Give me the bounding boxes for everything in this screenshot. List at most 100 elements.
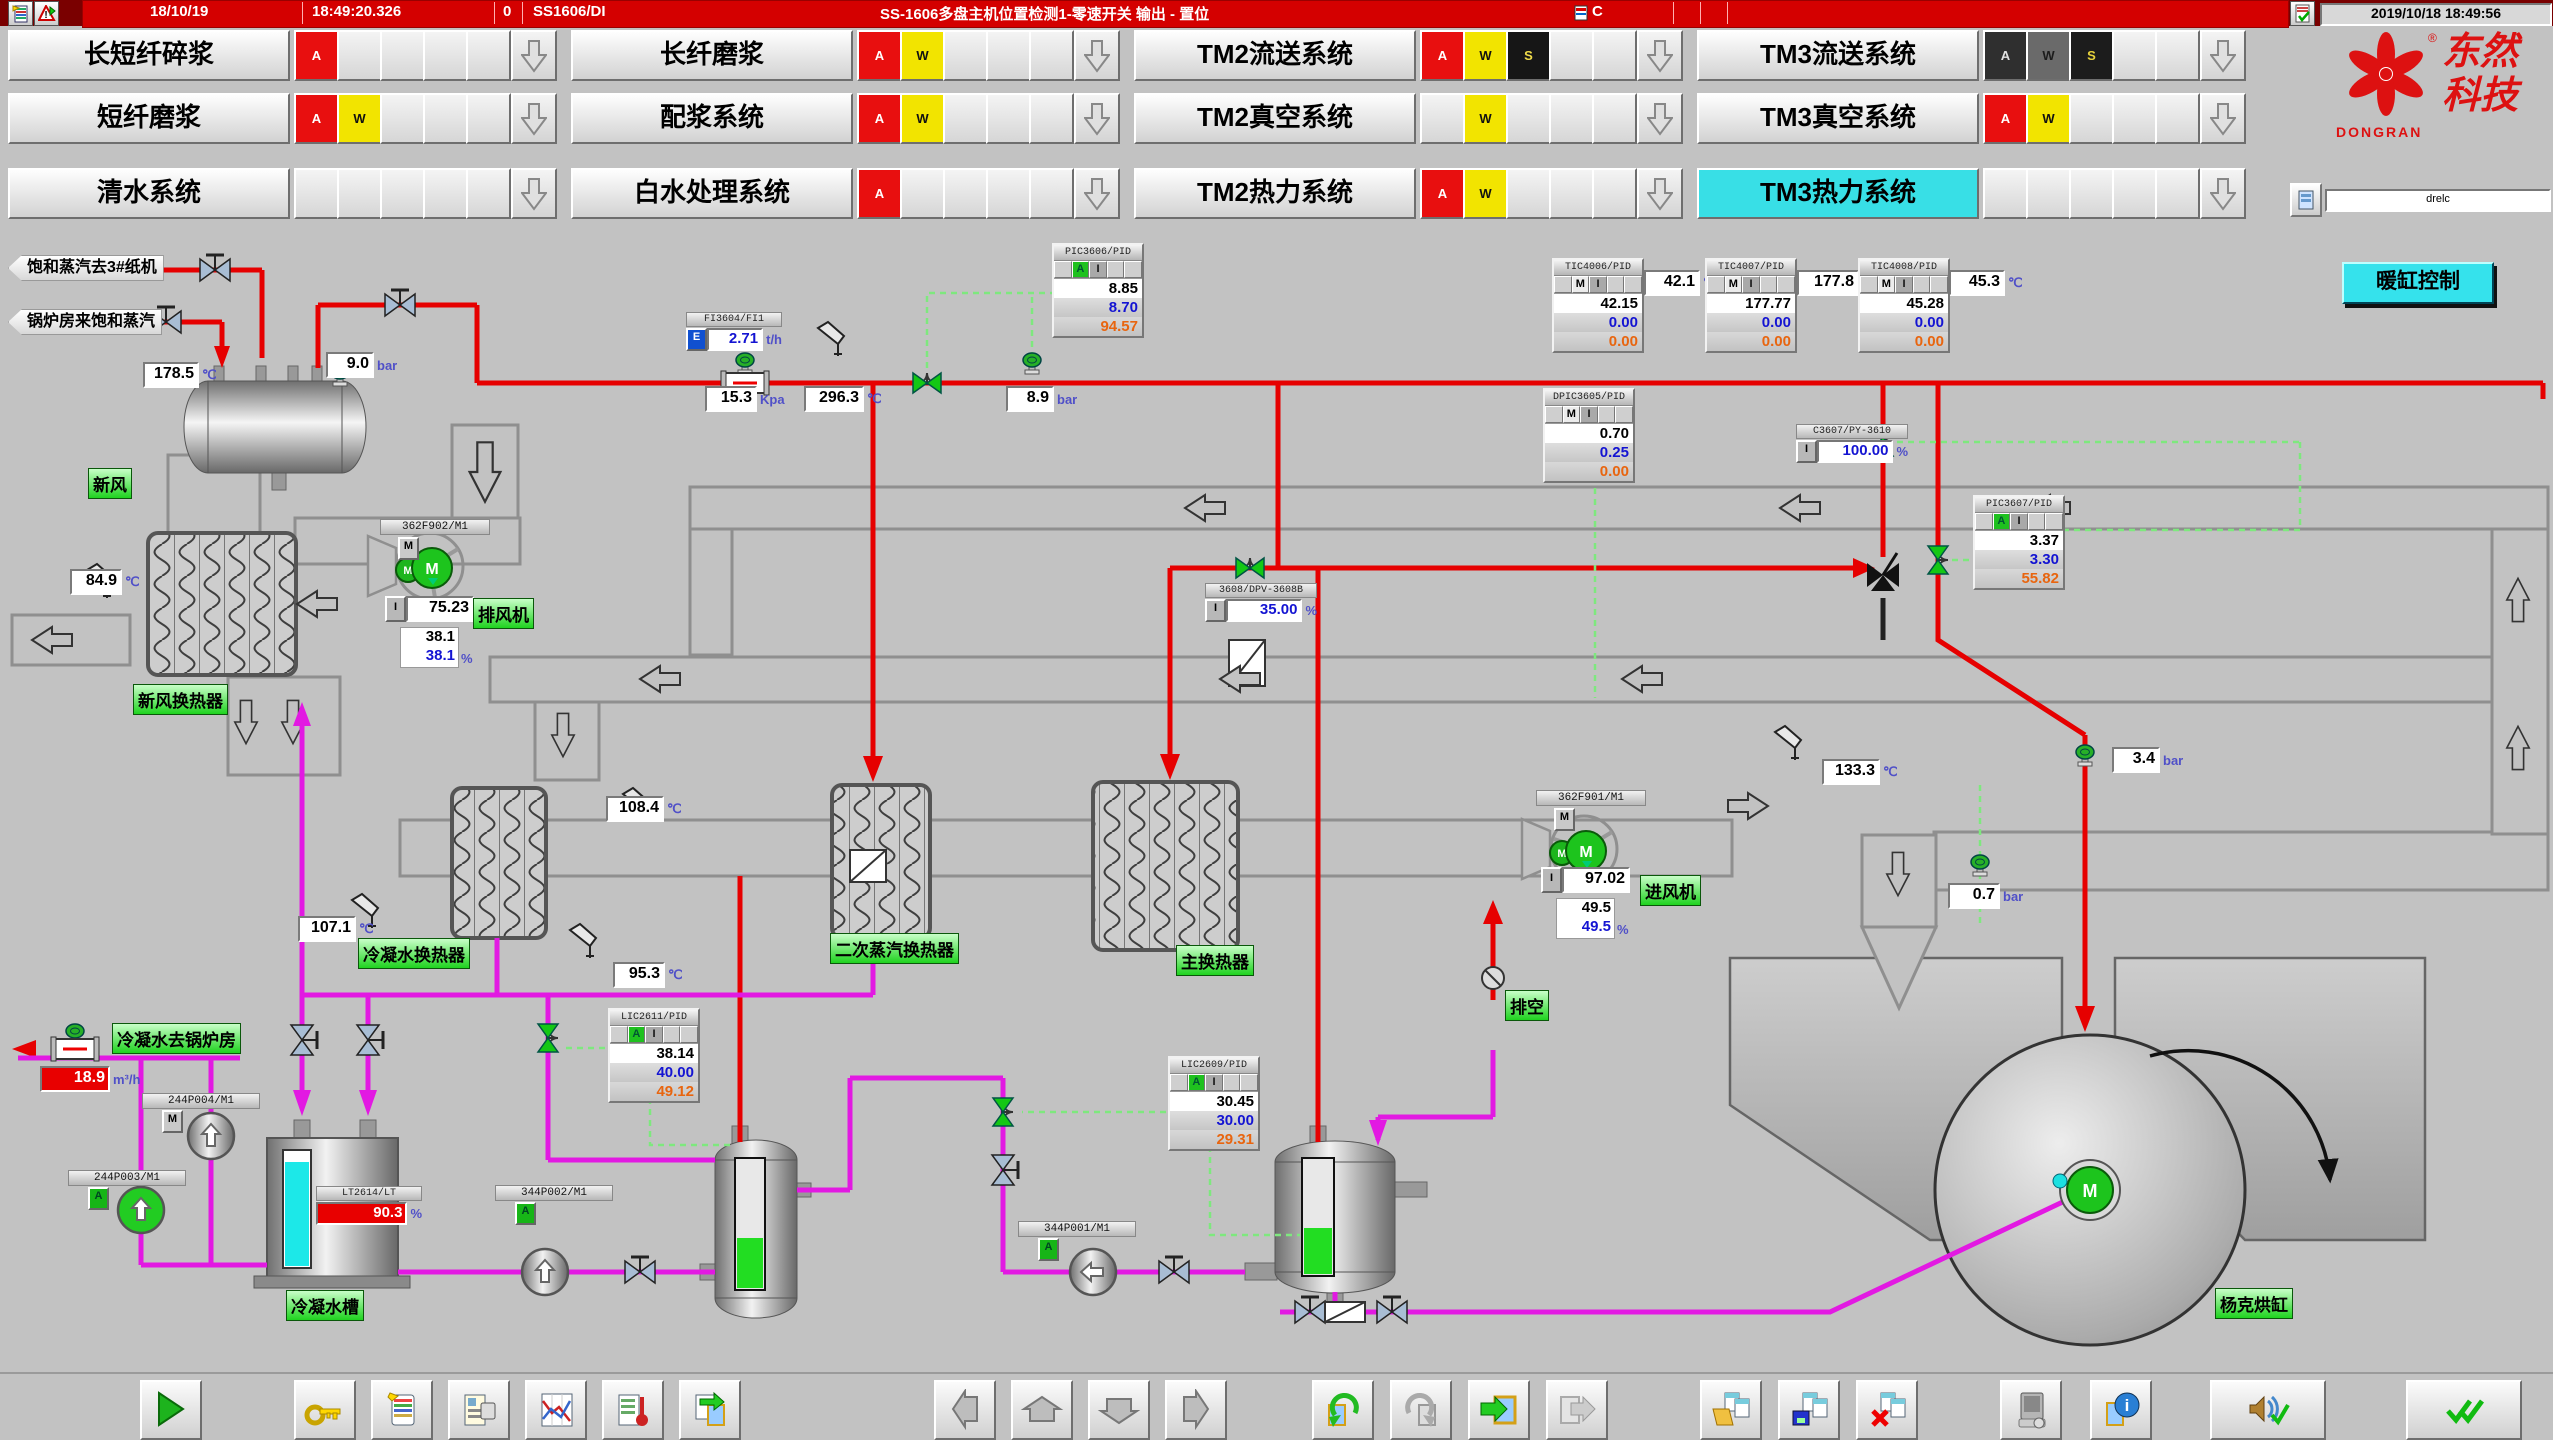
flow-tag: 锅炉房来饱和蒸汽 [8, 309, 162, 335]
toolbar-eventlog-button[interactable] [371, 1380, 433, 1440]
mode-badge[interactable]: A [88, 1187, 109, 1210]
toolbar-report-button[interactable] [448, 1380, 510, 1440]
pump-344P002/M1[interactable] [522, 1249, 568, 1295]
temperature-sensor-icon[interactable] [818, 322, 844, 356]
toolbar-ack-all-button[interactable] [2406, 1380, 2522, 1440]
air-duct [1934, 832, 2548, 890]
instrument-FI3604/FI1[interactable]: FI3604/FI1 E2.71 t/h [686, 312, 782, 351]
faceplate-PIC3607/PID[interactable]: PIC3607/PID AI 3.37 3.30 55.82 [1973, 495, 2065, 590]
trend-icon [534, 1389, 578, 1431]
manual-valve[interactable] [200, 255, 230, 281]
pump-344P001/M1[interactable] [1070, 1249, 1116, 1295]
manual-valve[interactable] [625, 1257, 655, 1283]
mode-badge[interactable]: M [1554, 808, 1575, 831]
toolbar-key-button[interactable] [294, 1380, 356, 1440]
toolbar-nav-right-button[interactable] [1165, 1380, 1227, 1440]
run-icon [149, 1389, 193, 1431]
readout: 45.3 ℃ [1949, 270, 2023, 296]
instrument-3608/DPV-3608B[interactable]: 3608/DPV-3608B I35.00 % [1205, 583, 1317, 622]
condensate-pipe [141, 1058, 211, 1265]
toolbar-device-button[interactable] [2000, 1380, 2062, 1440]
manual-valve[interactable] [385, 290, 415, 316]
three-way-valve[interactable] [1867, 553, 1899, 591]
mode-buttons[interactable]: MI [1707, 276, 1795, 294]
fan-speed[interactable]: I 97.02 [1541, 867, 1630, 893]
readout: 296.3 ℃ [804, 386, 882, 412]
manual-valve[interactable] [1159, 1257, 1189, 1283]
air-duct [490, 657, 2548, 702]
toolbar-page-in-button[interactable] [1468, 1380, 1530, 1440]
toolbar-nav-down-button[interactable] [1088, 1380, 1150, 1440]
mode-badge[interactable]: A [1038, 1238, 1059, 1261]
mode-badge[interactable]: M [162, 1110, 183, 1133]
toolbar-redo-button[interactable] [1390, 1380, 1452, 1440]
toolbar-ack-sound-button[interactable] [2210, 1380, 2326, 1440]
mode-buttons[interactable]: MI [1545, 406, 1633, 424]
temperature-sensor-icon[interactable] [570, 924, 596, 958]
win-save-icon [1787, 1389, 1831, 1431]
control-valve[interactable] [538, 1024, 558, 1052]
readout: 3.4 bar [2112, 747, 2183, 773]
manual-valve[interactable] [992, 1155, 1018, 1185]
svg-text:M: M [425, 561, 438, 578]
sp-value: 0.00 [1860, 313, 1948, 332]
instrument-C3607/PY-3610[interactable]: C3607/PY-3610 I100.00 % [1796, 424, 1908, 463]
bottom-toolbar: i [0, 1372, 2553, 1440]
control-valve[interactable] [993, 1098, 1013, 1126]
flow-tag: 饱和蒸汽去3#纸机 [8, 255, 164, 281]
report-icon [457, 1389, 501, 1431]
faceplate-TIC4008/PID[interactable]: TIC4008/PID MI 45.28 0.00 0.00 [1858, 258, 1950, 353]
pressure-sensor-icon[interactable] [736, 353, 754, 374]
faceplate-TIC4007/PID[interactable]: TIC4007/PID MI 177.77 0.00 0.00 [1705, 258, 1797, 353]
pv-value: 45.28 [1860, 294, 1948, 313]
toolbar-page-out-button[interactable] [1546, 1380, 1608, 1440]
toolbar-info-button[interactable]: i [2090, 1380, 2152, 1440]
flow-meter-icon[interactable] [51, 1037, 99, 1061]
undo-icon [1321, 1389, 1365, 1431]
mode-buttons[interactable]: AI [1170, 1074, 1258, 1092]
toolbar-win-save-button[interactable] [1778, 1380, 1840, 1440]
manual-valve[interactable] [357, 1025, 383, 1055]
mode-buttons[interactable]: MI [1860, 276, 1948, 294]
op-value: 29.31 [1170, 1130, 1258, 1149]
temperature-sensor-icon[interactable] [1775, 726, 1801, 760]
pressure-sensor-icon[interactable] [1023, 353, 1041, 374]
win-del-icon [1865, 1389, 1909, 1431]
pressure-sensor-icon[interactable] [2076, 745, 2094, 766]
toolbar-nav-up-button[interactable] [1011, 1380, 1073, 1440]
manual-valve[interactable] [291, 1025, 317, 1055]
toolbar-win-open-button[interactable] [1700, 1380, 1762, 1440]
toolbar-trend-button[interactable] [525, 1380, 587, 1440]
mode-buttons[interactable]: AI [610, 1026, 698, 1044]
control-valve[interactable] [1928, 546, 1948, 574]
toolbar-run-button[interactable] [140, 1380, 202, 1440]
faceplate-LIC2611/PID[interactable]: LIC2611/PID AI 38.14 40.00 49.12 [608, 1008, 700, 1103]
toolbar-templog-button[interactable] [602, 1380, 664, 1440]
mode-badge[interactable]: A [515, 1202, 536, 1225]
faceplate-PIC3606/PID[interactable]: PIC3606/PID AI 8.85 8.70 94.57 [1052, 243, 1144, 338]
air-duct [690, 487, 2548, 529]
control-valve[interactable] [1236, 558, 1264, 578]
mode-buttons[interactable]: AI [1054, 261, 1142, 279]
control-valve[interactable] [913, 373, 941, 393]
pump-tag: 344P001/M1 [1018, 1221, 1136, 1237]
warm-cylinder-control-button[interactable]: 暖缸控制 [2342, 262, 2494, 304]
toolbar-nav-left-button[interactable] [934, 1380, 996, 1440]
mode-buttons[interactable]: MI [1554, 276, 1642, 294]
manual-valve[interactable] [1377, 1297, 1407, 1323]
mode-buttons[interactable]: AI [1975, 513, 2063, 531]
faceplate-DPIC3605/PID[interactable]: DPIC3605/PID MI 0.70 0.25 0.00 [1543, 388, 1635, 483]
pump-244P003/M1[interactable] [118, 1187, 164, 1233]
fan-speed[interactable]: I 75.23 [385, 596, 474, 622]
toolbar-undo-button[interactable] [1312, 1380, 1374, 1440]
manual-valve[interactable] [1295, 1297, 1325, 1323]
pump-244P004/M1[interactable] [188, 1113, 234, 1159]
toolbar-win-del-button[interactable] [1856, 1380, 1918, 1440]
pressure-sensor-icon[interactable] [1971, 855, 1989, 876]
nav-up-icon [1020, 1389, 1064, 1431]
mode-badge[interactable]: M [398, 537, 419, 560]
faceplate-TIC4006/PID[interactable]: TIC4006/PID MI 42.15 0.00 0.00 [1552, 258, 1644, 353]
toolbar-pageswap-button[interactable] [679, 1380, 741, 1440]
faceplate-LIC2609/PID[interactable]: LIC2609/PID AI 30.45 30.00 29.31 [1168, 1056, 1260, 1151]
instrument-LT2614/LT[interactable]: LT2614/LT 90.3 % [316, 1186, 422, 1225]
